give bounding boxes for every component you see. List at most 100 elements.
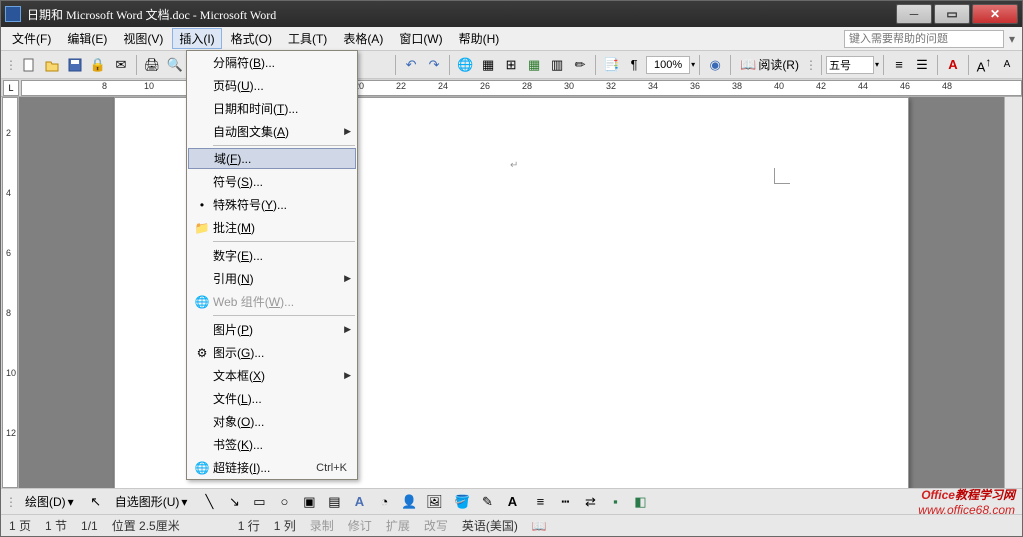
3d-button[interactable]: ◧ <box>629 491 651 513</box>
font-color-draw-button[interactable]: A <box>501 491 523 513</box>
menu-item-K[interactable]: 书签(K)... <box>187 433 357 456</box>
clipart-button[interactable]: 👤 <box>398 491 420 513</box>
arrow-button[interactable]: ↘ <box>223 491 245 513</box>
fontsize-dropdown-arrow[interactable]: ▾ <box>875 60 879 69</box>
menu-item-P[interactable]: 图片(P)▶ <box>187 318 357 341</box>
menu-item-S[interactable]: 符号(S)... <box>187 170 357 193</box>
font-color-button[interactable]: A <box>942 54 964 76</box>
status-page[interactable]: 1 页 <box>9 517 31 534</box>
menu-view[interactable]: 视图(V) <box>116 28 170 49</box>
doc-map-button[interactable]: 📑 <box>600 54 622 76</box>
grow-font-button[interactable]: A↑ <box>973 54 995 76</box>
document-area[interactable]: ↵ <box>19 97 1004 488</box>
undo-button[interactable]: ↶ <box>400 54 422 76</box>
menu-item-X[interactable]: 文本框(X)▶ <box>187 364 357 387</box>
vertical-scrollbar[interactable] <box>1004 97 1022 488</box>
maximize-button[interactable]: ▭ <box>934 4 970 24</box>
open-button[interactable] <box>41 54 63 76</box>
drawing-button[interactable]: ✏ <box>569 54 591 76</box>
line-color-button[interactable]: ✎ <box>476 491 498 513</box>
help-button[interactable]: ◉ <box>704 54 726 76</box>
menu-item-F[interactable]: 域(F)... <box>188 148 356 169</box>
status-rev[interactable]: 修订 <box>348 517 372 534</box>
status-ext[interactable]: 扩展 <box>386 517 410 534</box>
menu-item-L[interactable]: 文件(L)... <box>187 387 357 410</box>
oval-button[interactable]: ○ <box>273 491 295 513</box>
insert-table-button[interactable]: ⊞ <box>500 54 522 76</box>
vertical-text-button[interactable]: ▤ <box>323 491 345 513</box>
line-style-button[interactable]: ≡ <box>529 491 551 513</box>
zoom-dropdown-arrow[interactable]: ▾ <box>691 60 695 69</box>
autoshapes-button[interactable]: 自选图形(U) ▾ <box>110 491 193 513</box>
menu-item-O[interactable]: 对象(O)... <box>187 410 357 433</box>
rectangle-button[interactable]: ▭ <box>248 491 270 513</box>
wordart-button[interactable]: A <box>348 491 370 513</box>
menu-file[interactable]: 文件(F) <box>5 28 58 49</box>
save-button[interactable] <box>64 54 86 76</box>
menu-format[interactable]: 格式(O) <box>224 28 279 49</box>
read-mode-button[interactable]: 📖阅读(R) <box>735 54 804 76</box>
menu-item-U[interactable]: 页码(U)... <box>187 74 357 97</box>
minimize-button[interactable]: ─ <box>896 4 932 24</box>
app-window: 日期和 Microsoft Word 文档.doc - Microsoft Wo… <box>0 0 1023 537</box>
align-justify-button[interactable]: ☰ <box>911 54 933 76</box>
tables-borders-button[interactable]: ▦ <box>477 54 499 76</box>
shadow-button[interactable]: ▪ <box>604 491 626 513</box>
select-objects-button[interactable]: ↖ <box>85 491 107 513</box>
zoom-input[interactable] <box>646 56 690 74</box>
menu-item-B[interactable]: 分隔符(B)... <box>187 51 357 74</box>
status-ovr[interactable]: 改写 <box>424 517 448 534</box>
blank-icon <box>194 151 212 167</box>
print-button[interactable]: 🖨 <box>141 54 163 76</box>
menu-help[interactable]: 帮助(H) <box>452 28 507 49</box>
draw-menu-button[interactable]: 绘图(D) ▾ <box>20 491 79 513</box>
fontsize-select[interactable] <box>826 56 874 74</box>
line-button[interactable]: ╲ <box>198 491 220 513</box>
horizontal-ruler[interactable]: 8101214161820222426283032343638404244464… <box>21 80 1022 96</box>
excel-button[interactable]: ▦ <box>523 54 545 76</box>
close-button[interactable]: ✕ <box>972 4 1018 24</box>
dash-style-button[interactable]: ┅ <box>554 491 576 513</box>
picture-button[interactable]: 🖼 <box>423 491 445 513</box>
menu-edit[interactable]: 编辑(E) <box>60 28 114 49</box>
menu-item-T[interactable]: 日期和时间(T)... <box>187 97 357 120</box>
menu-item-M[interactable]: 📁批注(M) <box>187 216 357 239</box>
menu-item-E[interactable]: 数字(E)... <box>187 244 357 267</box>
blank-icon <box>193 271 211 287</box>
menu-item-Y[interactable]: •特殊符号(Y)... <box>187 193 357 216</box>
align-left-button[interactable]: ≡ <box>888 54 910 76</box>
help-search-input[interactable] <box>844 30 1004 48</box>
vruler-tick: 4 <box>6 188 11 198</box>
textbox-button[interactable]: ▣ <box>298 491 320 513</box>
status-line: 1 行 <box>238 517 260 534</box>
permission-button[interactable]: 🔒 <box>87 54 109 76</box>
blank-icon <box>193 101 211 117</box>
menu-item-G[interactable]: ⚙图示(G)... <box>187 341 357 364</box>
status-rec[interactable]: 录制 <box>310 517 334 534</box>
show-marks-button[interactable]: ¶ <box>623 54 645 76</box>
ruler-corner[interactable]: L <box>3 80 19 96</box>
diagram-button[interactable]: ◔ <box>373 491 395 513</box>
menu-insert[interactable]: 插入(I) <box>172 28 221 49</box>
menubar: 文件(F) 编辑(E) 视图(V) 插入(I) 格式(O) 工具(T) 表格(A… <box>1 27 1022 51</box>
shrink-font-button[interactable]: A <box>996 54 1018 76</box>
mail-button[interactable]: ✉ <box>110 54 132 76</box>
hyperlink-button[interactable]: 🌐 <box>454 54 476 76</box>
menu-tools[interactable]: 工具(T) <box>281 28 334 49</box>
status-lang[interactable]: 英语(美国) <box>462 517 518 534</box>
vertical-ruler[interactable]: 24681012 <box>1 97 19 488</box>
menu-item-A[interactable]: 自动图文集(A)▶ <box>187 120 357 143</box>
menu-item-N[interactable]: 引用(N)▶ <box>187 267 357 290</box>
print-preview-button[interactable]: 🔍 <box>164 54 186 76</box>
menu-item-I[interactable]: 🌐超链接(I)...Ctrl+K <box>187 456 357 479</box>
menu-item-label: 超链接(I)... <box>213 459 314 476</box>
status-book-icon[interactable]: 📖 <box>532 519 547 533</box>
columns-button[interactable]: ▥ <box>546 54 568 76</box>
new-doc-button[interactable] <box>18 54 40 76</box>
arrow-style-button[interactable]: ⇄ <box>579 491 601 513</box>
fill-color-button[interactable]: 🪣 <box>451 491 473 513</box>
redo-button[interactable]: ↷ <box>423 54 445 76</box>
help-dropdown-arrow[interactable]: ▾ <box>1006 32 1018 46</box>
menu-table[interactable]: 表格(A) <box>336 28 390 49</box>
menu-window[interactable]: 窗口(W) <box>392 28 449 49</box>
